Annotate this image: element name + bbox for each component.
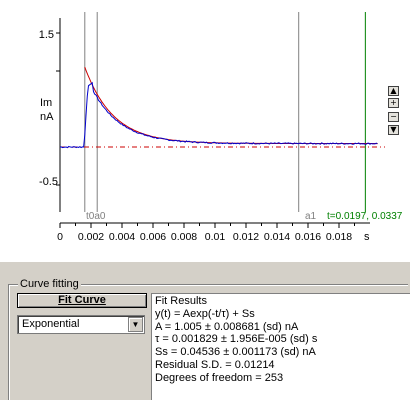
current-trace-line (59, 81, 378, 149)
curve-fitting-label: Curve fitting (18, 278, 81, 290)
fit-results-panel: Fit Results y(t) = Aexp(-t/τ) + Ss A = 1… (151, 293, 410, 400)
y-axis-label-na: nA (40, 111, 54, 123)
fit-param-a: A = 1.005 ± 0.008681 (sd) nA (155, 320, 299, 333)
fit-curve-line (84, 67, 378, 145)
y-tick-1-5: 1.5 (39, 29, 54, 41)
x-tick-label: 0.012 (233, 231, 259, 243)
x-tick-label: 0.002 (78, 231, 104, 243)
plot-area[interactable]: 1.5 -0.5 Im nA t0a0 a1 t=0.0197, 0.0337 … (0, 0, 410, 262)
fit-results-title: Fit Results (155, 295, 207, 307)
y-tick-neg-0-5: -0.5 (39, 176, 58, 188)
plus-icon[interactable]: + (388, 98, 399, 108)
fit-param-tau: τ = 0.001829 ± 1.956E-005 (sd) s (155, 333, 318, 346)
y-tick-marks (56, 32, 60, 186)
chevron-down-icon[interactable]: ▼ (128, 317, 143, 332)
x-tick-labels: 0 0.002 0.004 0.006 0.008 0.01 0.012 0.014 0.016… (57, 231, 352, 243)
x-tick-label: 0.006 (140, 231, 166, 243)
x-tick-label: 0.01 (205, 231, 226, 243)
cursor-label-a1: a1 (305, 211, 317, 222)
x-tick-label: 0.014 (264, 231, 290, 243)
x-axis-unit: s (364, 231, 370, 243)
fit-curve-button[interactable]: Fit Curve (17, 293, 147, 308)
app-window: 1.5 -0.5 Im nA t0a0 a1 t=0.0197, 0.0337 … (0, 0, 410, 400)
x-tick-label: 0.008 (171, 231, 197, 243)
cursor-label-t0a0: t0a0 (86, 211, 106, 222)
x-tick-label: 0 (57, 231, 63, 243)
fit-equation: y(t) = Aexp(-t/τ) + Ss (155, 307, 255, 320)
down-arrow-icon[interactable]: ▼ (388, 125, 399, 135)
fit-function-select[interactable]: Exponential ▼ (17, 315, 145, 334)
cursors (84, 12, 366, 212)
x-tick-label: 0.016 (295, 231, 321, 243)
x-tick-marks (59, 223, 355, 228)
cursor-readout: t=0.0197, 0.0337 (327, 211, 403, 222)
fit-function-value: Exponential (22, 318, 80, 330)
y-axis-label-im: Im (40, 97, 52, 109)
plot-svg[interactable]: 1.5 -0.5 Im nA t0a0 a1 t=0.0197, 0.0337 … (0, 0, 410, 262)
splitter[interactable] (0, 262, 410, 277)
up-arrow-icon[interactable]: ▲ (388, 86, 399, 96)
x-tick-label: 0.004 (109, 231, 135, 243)
fit-residual-sd: Residual S.D. = 0.01214 (155, 358, 275, 371)
fit-param-ss: Ss = 0.04536 ± 0.001173 (sd) nA (155, 346, 316, 359)
minus-icon[interactable]: − (388, 112, 399, 122)
x-tick-label: 0.018 (326, 231, 352, 243)
fit-degrees-of-freedom: Degrees of freedom = 253 (155, 371, 284, 384)
